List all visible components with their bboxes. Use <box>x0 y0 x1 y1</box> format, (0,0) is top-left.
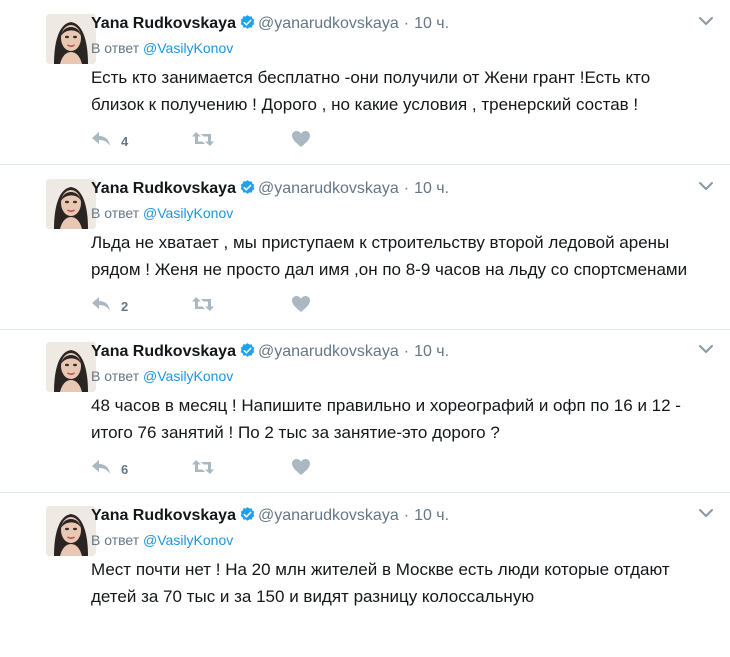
reply-prefix: В ответ <box>91 368 140 384</box>
tweet-text: 48 часов в месяц ! Напишите правильно и … <box>91 392 721 446</box>
chevron-down-icon[interactable] <box>697 504 715 522</box>
tweet-text: Льда не хватает , мы приступаем к строит… <box>91 229 721 283</box>
tweet: Yana Rudkovskaya @yanarudkovskaya · 10 ч. В… <box>0 328 730 493</box>
reply-icon <box>91 458 111 481</box>
reply-to-link[interactable]: @VasilyKonov <box>143 205 233 221</box>
reply-to-link[interactable]: @VasilyKonov <box>143 532 233 548</box>
like-button[interactable] <box>291 130 311 152</box>
separator-dot: · <box>403 15 410 32</box>
tweet-text-line: близок к получению ! Дорого , но какие у… <box>91 95 639 114</box>
author-name[interactable]: Yana Rudkovskaya <box>91 343 236 360</box>
heart-icon <box>291 130 311 153</box>
retweet-icon <box>191 458 215 481</box>
reply-context: В ответ @VasilyKonov <box>91 205 233 221</box>
verified-badge-icon <box>239 14 256 39</box>
avatar[interactable] <box>46 14 96 64</box>
timestamp[interactable]: 10 ч. <box>414 507 449 524</box>
tweet-text-line: итого 76 занятий ! По 2 тыс за занятие-э… <box>91 423 500 442</box>
reply-prefix: В ответ <box>91 205 140 221</box>
reply-prefix: В ответ <box>91 532 140 548</box>
chevron-down-icon[interactable] <box>697 340 715 358</box>
tweet-text-line: рядом ! Женя не просто дал имя ,он по 8-… <box>91 260 688 279</box>
tweet-text: Есть кто занимается бесплатно -они получ… <box>91 64 721 118</box>
author-name[interactable]: Yana Rudkovskaya <box>91 507 236 524</box>
avatar[interactable] <box>46 506 96 556</box>
reply-icon <box>91 295 111 318</box>
timestamp[interactable]: 10 ч. <box>414 15 449 32</box>
author-name[interactable]: Yana Rudkovskaya <box>91 180 236 197</box>
chevron-down-icon[interactable] <box>697 12 715 30</box>
reply-icon <box>91 130 111 153</box>
retweet-icon <box>191 130 215 153</box>
reply-button[interactable]: 2 <box>91 295 128 317</box>
reply-count: 4 <box>121 133 129 149</box>
reply-button[interactable]: 6 <box>91 458 128 480</box>
author-handle[interactable]: @yanarudkovskaya <box>258 180 399 197</box>
tweet-header: Yana Rudkovskaya @yanarudkovskaya · 10 ч. <box>91 12 449 36</box>
verified-badge-icon <box>239 506 256 531</box>
tweet: Yana Rudkovskaya @yanarudkovskaya · 10 ч. В… <box>0 165 730 330</box>
author-handle[interactable]: @yanarudkovskaya <box>258 15 399 32</box>
tweet-text-line: Льда не хватает , мы приступаем к строит… <box>91 233 670 252</box>
avatar[interactable] <box>46 342 96 392</box>
heart-icon <box>291 458 311 481</box>
avatar[interactable] <box>46 179 96 229</box>
retweet-button[interactable] <box>191 458 215 480</box>
reply-prefix: В ответ <box>91 40 140 56</box>
author-name[interactable]: Yana Rudkovskaya <box>91 15 236 32</box>
reply-button[interactable]: 4 <box>91 130 128 152</box>
tweet: Yana Rudkovskaya @yanarudkovskaya · 10 ч. В… <box>0 492 730 657</box>
verified-badge-icon <box>239 342 256 367</box>
author-handle[interactable]: @yanarudkovskaya <box>258 343 399 360</box>
like-button[interactable] <box>291 295 311 317</box>
chevron-down-icon[interactable] <box>697 177 715 195</box>
reply-to-link[interactable]: @VasilyKonov <box>143 368 233 384</box>
separator-dot: · <box>403 343 410 360</box>
tweet-header: Yana Rudkovskaya @yanarudkovskaya · 10 ч. <box>91 504 449 528</box>
reply-count: 2 <box>121 298 129 314</box>
tweet-text-line: 48 часов в месяц ! Напишите правильно и … <box>91 396 681 415</box>
verified-badge-icon <box>239 179 256 204</box>
heart-icon <box>291 295 311 318</box>
reply-to-link[interactable]: @VasilyKonov <box>143 40 233 56</box>
retweet-icon <box>191 295 215 318</box>
timestamp[interactable]: 10 ч. <box>414 343 449 360</box>
separator-dot: · <box>403 507 410 524</box>
tweet-text-line: Мест почти нет ! На 20 млн жителей в Мос… <box>91 560 670 579</box>
reply-context: В ответ @VasilyKonov <box>91 532 233 548</box>
reply-context: В ответ @VasilyKonov <box>91 368 233 384</box>
reply-context: В ответ @VasilyKonov <box>91 40 233 56</box>
like-button[interactable] <box>291 458 311 480</box>
author-handle[interactable]: @yanarudkovskaya <box>258 507 399 524</box>
tweet-text-line: детей за 70 тыс и за 150 и видят разницу… <box>91 587 535 606</box>
tweet-header: Yana Rudkovskaya @yanarudkovskaya · 10 ч. <box>91 340 449 364</box>
reply-count: 6 <box>121 461 129 477</box>
tweet-feed: Yana Rudkovskaya @yanarudkovskaya · 10 ч. В… <box>0 0 730 619</box>
separator-dot: · <box>403 180 410 197</box>
tweet-text-line: Есть кто занимается бесплатно -они получ… <box>91 68 651 87</box>
tweet-text: Мест почти нет ! На 20 млн жителей в Мос… <box>91 556 721 610</box>
timestamp[interactable]: 10 ч. <box>414 180 449 197</box>
retweet-button[interactable] <box>191 130 215 152</box>
tweet: Yana Rudkovskaya @yanarudkovskaya · 10 ч. В… <box>0 0 730 165</box>
retweet-button[interactable] <box>191 295 215 317</box>
tweet-header: Yana Rudkovskaya @yanarudkovskaya · 10 ч. <box>91 177 449 201</box>
